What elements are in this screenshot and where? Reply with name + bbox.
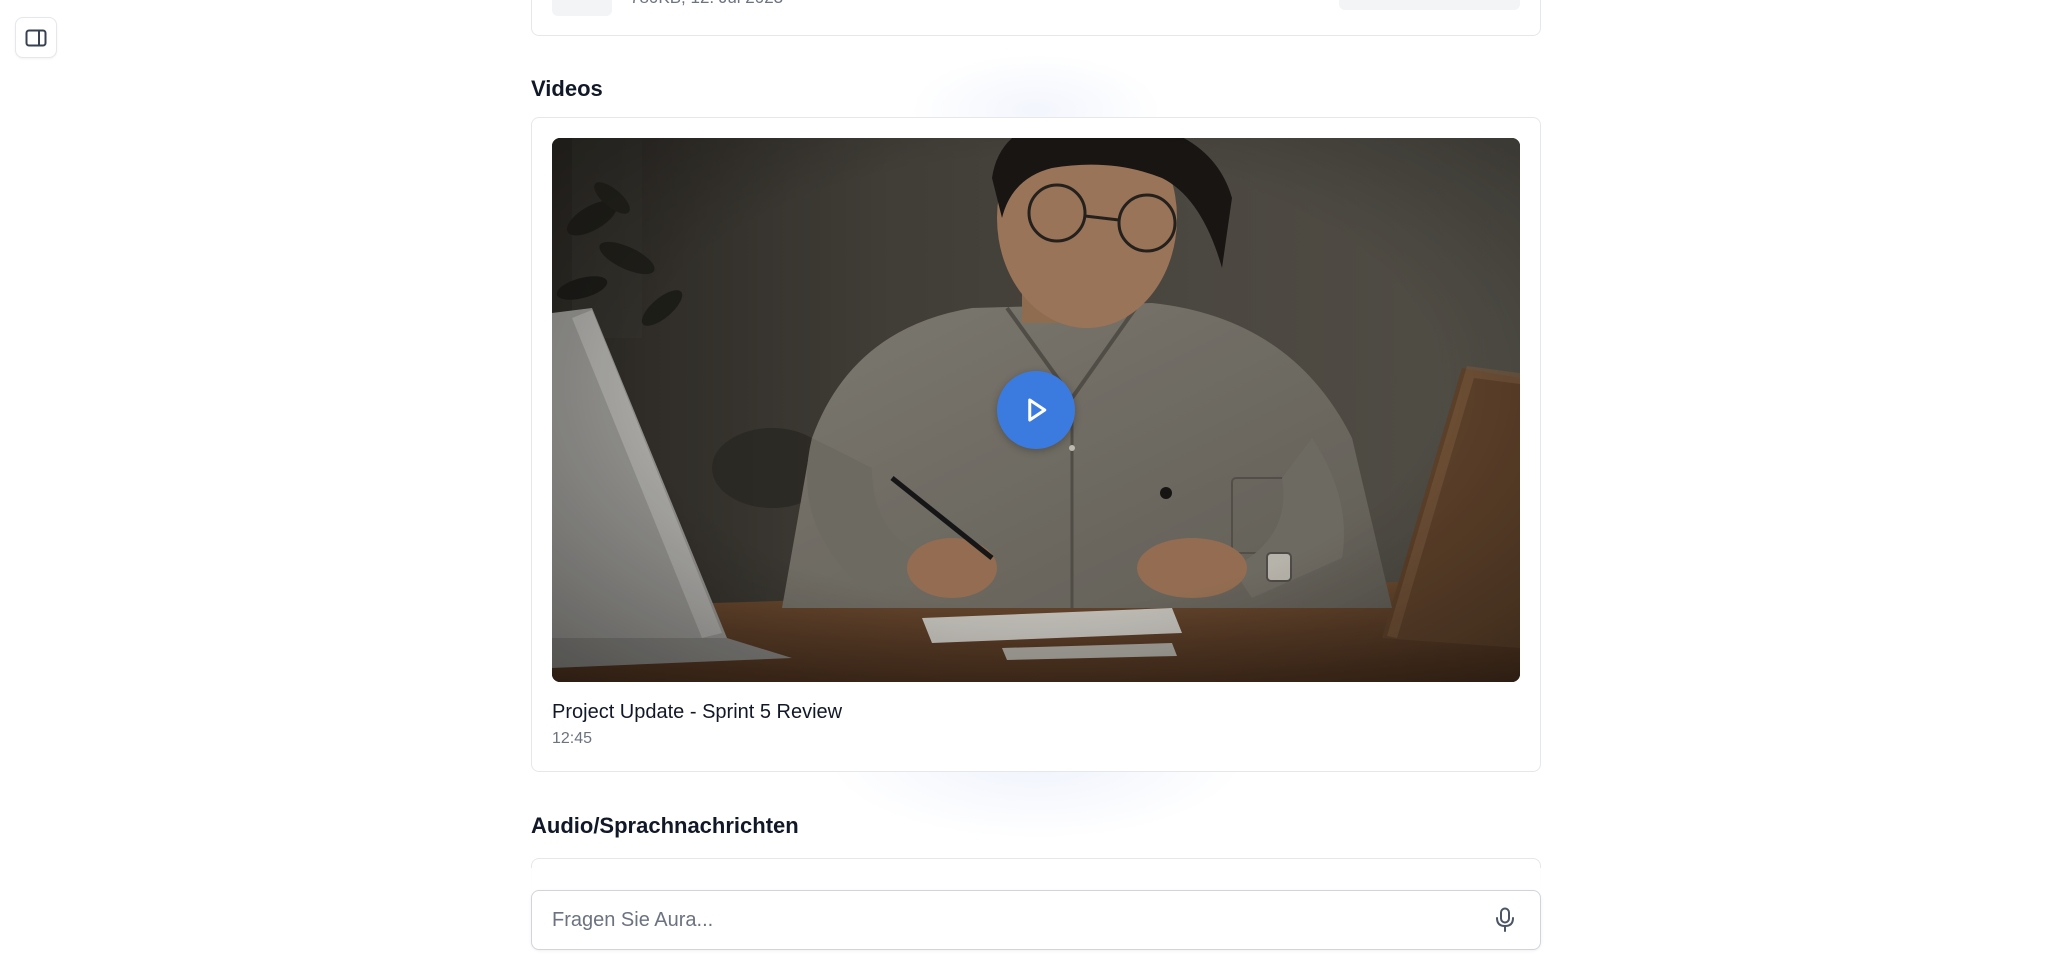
play-icon [1028,398,1047,422]
sidebar-toggle-button[interactable] [15,17,57,58]
sidebar-toggle-icon [25,29,47,46]
chat-input-box [531,890,1541,950]
videos-heading: Videos [531,76,603,101]
document-thumbnail [552,0,612,16]
microphone-button[interactable] [1490,905,1520,935]
document-action-button[interactable] [1339,0,1520,10]
video-title: Project Update - Sprint 5 Review [552,701,843,723]
audio-heading: Audio/Sprachnachrichten [531,813,799,838]
play-button[interactable] [997,371,1075,449]
video-duration: 12:45 [552,730,593,747]
video-thumbnail[interactable] [552,138,1520,682]
page: 780KB, 12. Jul 2023 Videos [0,0,2070,977]
chat-input[interactable] [532,891,1472,949]
video-card[interactable]: Project Update - Sprint 5 Review 12:45 [531,117,1541,772]
document-meta: 780KB, 12. Jul 2023 [630,0,783,8]
document-card[interactable]: 780KB, 12. Jul 2023 [531,0,1541,36]
microphone-icon [1496,907,1514,932]
